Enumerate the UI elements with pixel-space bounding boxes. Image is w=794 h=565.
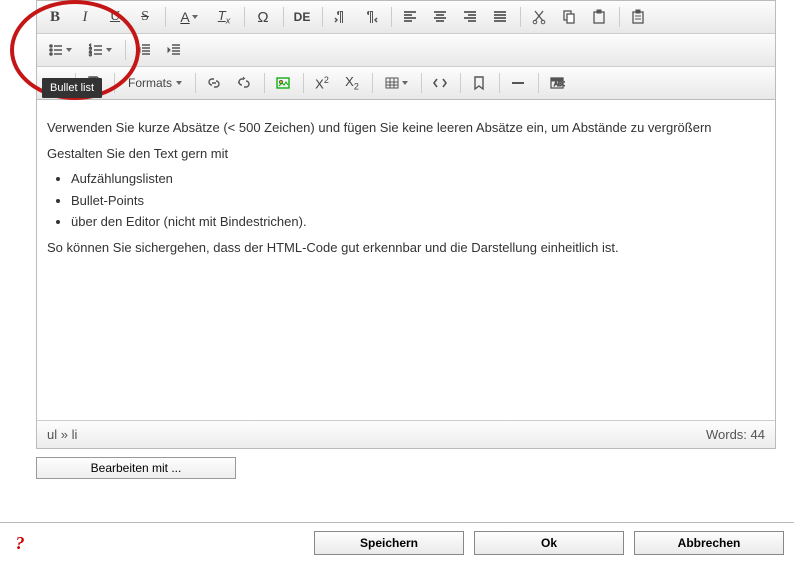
paragraph: Gestalten Sie den Text gern mit xyxy=(47,144,765,164)
dialog-buttons: ? Speichern Ok Abbrechen xyxy=(0,522,794,561)
unlink-button[interactable] xyxy=(230,70,258,96)
language-button[interactable]: DE xyxy=(288,4,316,30)
paragraph: Verwenden Sie kurze Absätze (< 500 Zeich… xyxy=(47,118,765,138)
image-button[interactable] xyxy=(269,70,297,96)
superscript-button[interactable]: X2 xyxy=(308,70,336,96)
outdent-button[interactable] xyxy=(130,37,158,63)
subscript-button[interactable]: X2 xyxy=(338,70,366,96)
link-button[interactable] xyxy=(200,70,228,96)
svg-text:3: 3 xyxy=(89,52,92,58)
pastetext-button[interactable] xyxy=(624,4,652,30)
paste-button[interactable] xyxy=(585,4,613,30)
toolbar-row-1: B I U S A Tx Ω DE xyxy=(37,1,775,34)
speichern-button[interactable]: Speichern xyxy=(314,531,464,555)
strike-button[interactable]: S xyxy=(131,4,159,30)
hr-button[interactable] xyxy=(504,70,532,96)
specialchar-button[interactable]: Ω xyxy=(249,4,277,30)
alignjustify-button[interactable] xyxy=(486,4,514,30)
indent-button[interactable] xyxy=(160,37,188,63)
rtl-button[interactable] xyxy=(357,4,385,30)
help-icon[interactable]: ? xyxy=(10,533,30,554)
fullscreen-button[interactable]: ABC xyxy=(543,70,571,96)
table-button[interactable] xyxy=(377,70,415,96)
bookmark-button[interactable] xyxy=(465,70,493,96)
list-item: Aufzählungslisten xyxy=(71,169,765,189)
formats-dropdown[interactable]: Formats xyxy=(119,70,191,96)
code-button[interactable] xyxy=(426,70,454,96)
editor-content[interactable]: Verwenden Sie kurze Absätze (< 500 Zeich… xyxy=(37,100,775,420)
bullet-list-button[interactable] xyxy=(41,37,79,63)
removeformat-button[interactable]: Tx xyxy=(210,4,238,30)
element-path[interactable]: ul » li xyxy=(47,427,77,442)
alignright-button[interactable] xyxy=(456,4,484,30)
bold-button[interactable]: B xyxy=(41,4,69,30)
underline-button[interactable]: U xyxy=(101,4,129,30)
status-bar: ul » li Words: 44 xyxy=(37,420,775,448)
copy-button[interactable] xyxy=(555,4,583,30)
paragraph: So können Sie sichergehen, dass der HTML… xyxy=(47,238,765,258)
numbered-list-button[interactable]: 123 xyxy=(81,37,119,63)
bearbeiten-button[interactable]: Bearbeiten mit ... xyxy=(36,457,236,479)
editor-container: B I U S A Tx Ω DE 123 xyxy=(36,0,776,449)
abbrechen-button[interactable]: Abbrechen xyxy=(634,531,784,555)
bullet-list: Aufzählungslisten Bullet-Points über den… xyxy=(71,169,765,232)
word-count: Words: 44 xyxy=(706,427,765,442)
alignleft-button[interactable] xyxy=(396,4,424,30)
ok-button[interactable]: Ok xyxy=(474,531,624,555)
italic-button[interactable]: I xyxy=(71,4,99,30)
svg-text:ABC: ABC xyxy=(554,82,565,88)
toolbar-row-3: Formats X2 X2 ABC xyxy=(37,67,775,100)
toolbar-row-2: 123 xyxy=(37,34,775,67)
list-item: Bullet-Points xyxy=(71,191,765,211)
aligncenter-button[interactable] xyxy=(426,4,454,30)
list-item: über den Editor (nicht mit Bindestrichen… xyxy=(71,212,765,232)
ltr-button[interactable] xyxy=(327,4,355,30)
forecolor-button[interactable]: A xyxy=(170,4,208,30)
cut-button[interactable] xyxy=(525,4,553,30)
tooltip: Bullet list xyxy=(42,78,102,98)
